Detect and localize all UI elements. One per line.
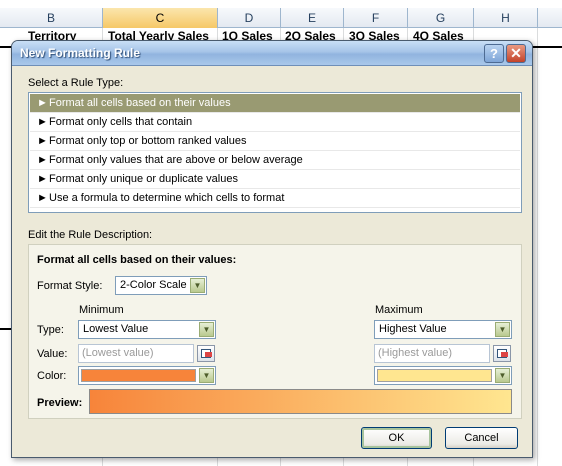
help-button[interactable]: ? (484, 44, 504, 63)
dialog-titlebar[interactable]: New Formatting Rule ? ✕ (12, 41, 532, 66)
help-icon: ? (490, 46, 498, 61)
edit-rule-description-label: Edit the Rule Description: (28, 229, 153, 241)
minimum-type-value: Lowest Value (83, 323, 149, 335)
rule-type-item[interactable]: ►Format only unique or duplicate values (30, 170, 520, 189)
maximum-label: Maximum (375, 304, 423, 316)
rule-type-item[interactable]: ►Format only values that are above or be… (30, 151, 520, 170)
maximum-color-picker[interactable]: ▼ (374, 366, 512, 385)
rule-type-label: Format all cells based on their values (49, 97, 231, 109)
grid-line (537, 28, 538, 466)
close-button[interactable]: ✕ (506, 44, 526, 63)
minimum-type-dropdown[interactable]: Lowest Value ▼ (78, 320, 216, 339)
select-rule-type-label: Select a Rule Type: (28, 77, 124, 89)
minimum-color-swatch (81, 369, 196, 382)
ok-button[interactable]: OK (361, 427, 432, 449)
column-header-row: B C D E F G H (0, 8, 562, 28)
triangle-right-icon: ► (37, 116, 48, 128)
chevron-down-icon[interactable]: ▼ (495, 322, 510, 337)
column-header-d[interactable]: D (218, 8, 281, 28)
rule-type-item[interactable]: ►Format only cells that contain (30, 113, 520, 132)
range-select-arrow-icon (501, 352, 508, 357)
rule-type-item[interactable]: ►Format only top or bottom ranked values (30, 132, 520, 151)
rule-type-item[interactable]: ►Use a formula to determine which cells … (30, 189, 520, 208)
minimum-range-select-button[interactable] (197, 345, 215, 362)
rule-description-panel: Format all cells based on their values: … (28, 244, 522, 419)
column-header-f[interactable]: F (344, 8, 408, 28)
column-header-c[interactable]: C (103, 8, 218, 28)
format-style-label: Format Style: (37, 280, 103, 292)
rule-type-label: Format only unique or duplicate values (49, 173, 238, 185)
rule-type-list[interactable]: ►Format all cells based on their values ►… (28, 92, 522, 213)
maximum-range-select-button[interactable] (493, 345, 511, 362)
chevron-down-icon[interactable]: ▼ (190, 278, 205, 293)
rule-type-item[interactable]: ►Format all cells based on their values (30, 94, 520, 113)
close-icon: ✕ (510, 45, 522, 61)
rule-type-label: Format only values that are above or bel… (49, 154, 303, 166)
chevron-down-icon[interactable]: ▼ (495, 368, 510, 383)
type-label: Type: (37, 324, 64, 336)
cancel-button[interactable]: Cancel (445, 427, 518, 449)
cell-border-line (532, 46, 562, 48)
minimum-label: Minimum (79, 304, 124, 316)
triangle-right-icon: ► (37, 173, 48, 185)
value-label: Value: (37, 348, 68, 360)
triangle-right-icon: ► (37, 97, 48, 109)
preview-label: Preview: (37, 397, 83, 409)
rule-type-label: Format only cells that contain (49, 116, 193, 128)
chevron-down-icon[interactable]: ▼ (199, 322, 214, 337)
triangle-right-icon: ► (37, 154, 48, 166)
minimum-color-picker[interactable]: ▼ (78, 366, 216, 385)
rule-type-label: Use a formula to determine which cells t… (49, 192, 285, 204)
format-style-value: 2-Color Scale (120, 279, 187, 291)
triangle-right-icon: ► (37, 192, 48, 204)
triangle-right-icon: ► (37, 135, 48, 147)
column-header-b[interactable]: B (0, 8, 103, 28)
range-select-arrow-icon (205, 352, 212, 357)
color-scale-preview (89, 389, 512, 414)
maximum-value-input[interactable]: (Highest value) (374, 344, 490, 363)
dialog-title: New Formatting Rule (20, 46, 141, 60)
minimum-value-input[interactable]: (Lowest value) (78, 344, 194, 363)
maximum-type-dropdown[interactable]: Highest Value ▼ (374, 320, 512, 339)
column-header-e[interactable]: E (281, 8, 344, 28)
color-label: Color: (37, 370, 67, 382)
column-header-h[interactable]: H (474, 8, 538, 28)
chevron-down-icon[interactable]: ▼ (199, 368, 214, 383)
maximum-color-swatch (377, 369, 492, 382)
new-formatting-rule-dialog: New Formatting Rule ? ✕ Select a Rule Ty… (11, 40, 533, 458)
maximum-type-value: Highest Value (379, 323, 447, 335)
description-title: Format all cells based on their values: (37, 254, 237, 266)
format-style-dropdown[interactable]: 2-Color Scale ▼ (115, 276, 207, 295)
rule-type-label: Format only top or bottom ranked values (49, 135, 247, 147)
column-header-g[interactable]: G (408, 8, 474, 28)
